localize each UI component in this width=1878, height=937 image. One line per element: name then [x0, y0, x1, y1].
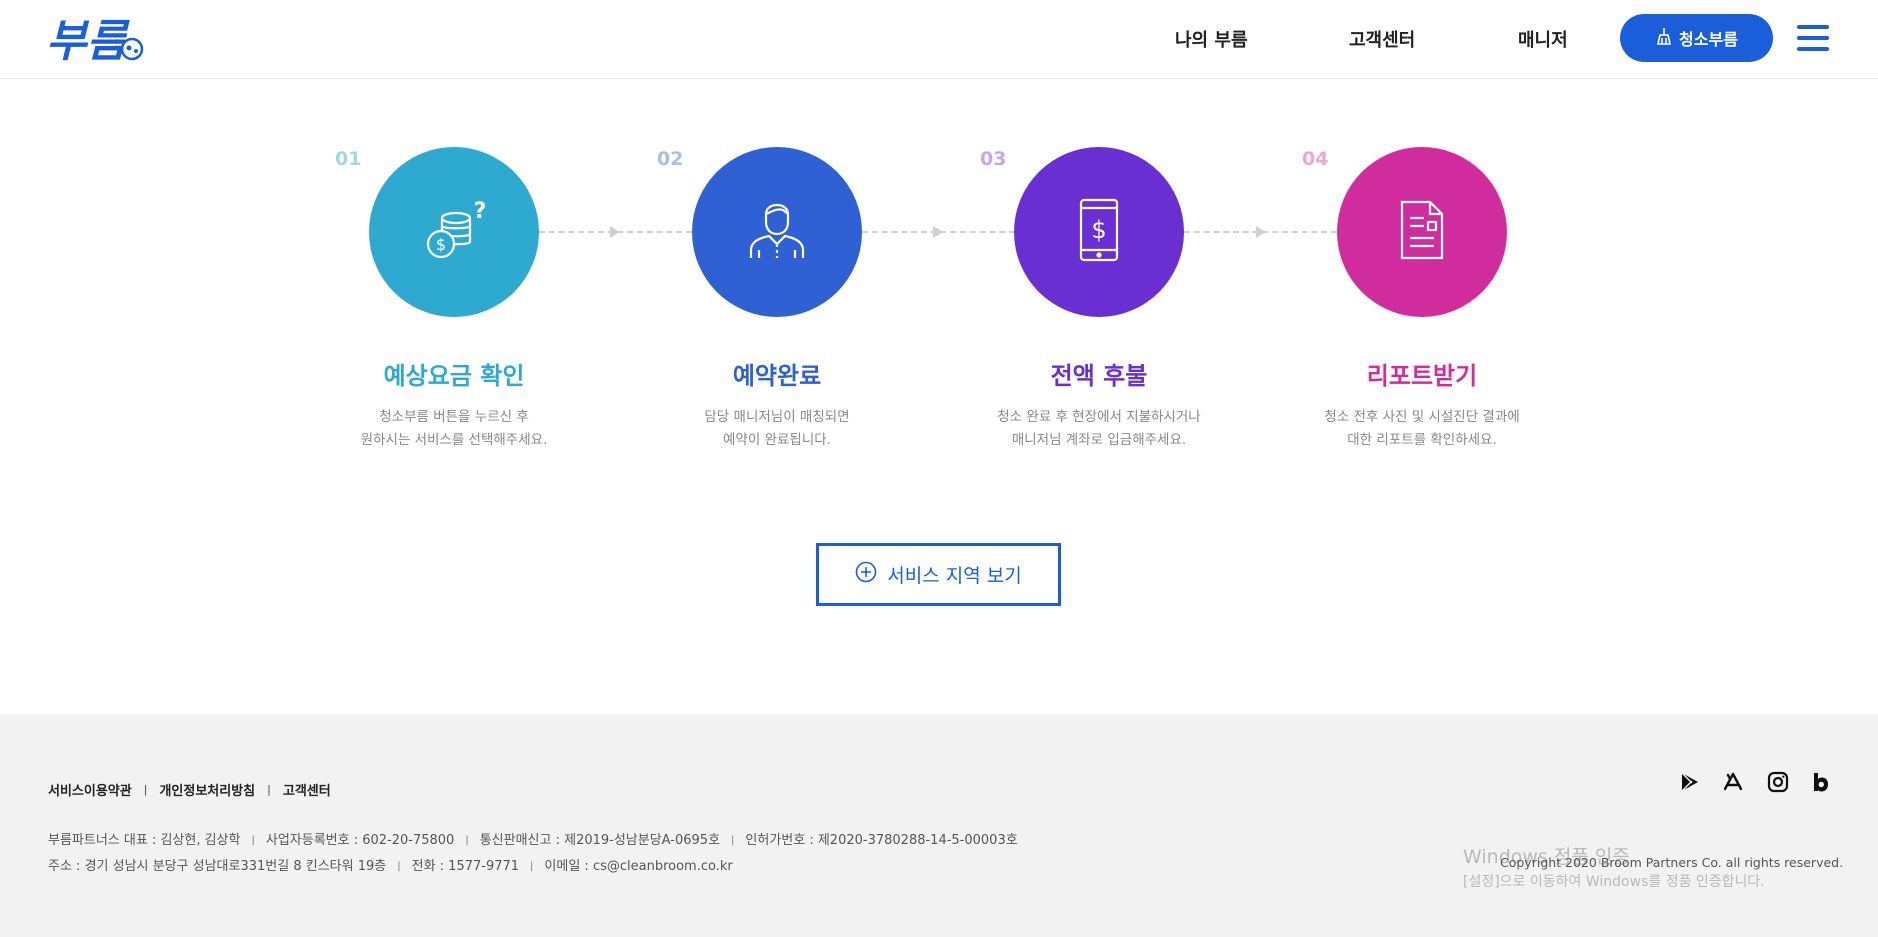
arrow-right-icon: [1256, 226, 1266, 238]
step-number: 01: [335, 148, 362, 170]
step-circle-reservation: [692, 147, 862, 317]
nav-manager[interactable]: 매니저: [1518, 26, 1568, 52]
request-cleaning-button[interactable]: 청소부름: [1620, 14, 1773, 62]
license-number: 인허가번호 : 제2020-3780288-14-5-00003호: [745, 833, 1018, 848]
broom-icon: [1655, 27, 1673, 49]
nav-customer-center[interactable]: 고객센터: [1349, 26, 1415, 52]
view-service-area-label: 서비스 지역 보기: [887, 565, 1022, 587]
divider: |: [397, 861, 401, 872]
company-email: 이메일 : cs@cleanbroom.co.kr: [544, 859, 733, 874]
step-description: 청소부름 버튼을 누르신 후 원하시는 서비스를 선택해주세요.: [304, 406, 604, 452]
company-ceo: 부름파트너스 대표 : 김상현, 김상학: [48, 833, 241, 848]
copyright-text: Copyright 2020 Broom Partners Co. all ri…: [1500, 855, 1844, 870]
step-title: 예약완료: [732, 362, 822, 390]
step-description-line: 예약이 완료됩니다.: [723, 432, 831, 448]
report-document-icon: [1384, 192, 1460, 272]
plus-circle-icon: [855, 561, 877, 588]
business-number: 사업자등록번호 : 602-20-75800: [265, 833, 455, 848]
svg-text:$: $: [1091, 216, 1106, 244]
terms-link[interactable]: 서비스이용약관: [48, 780, 132, 799]
company-info-line: 부름파트너스 대표 : 김상현, 김상학 | 사업자등록번호 : 602-20-…: [48, 829, 1018, 848]
manager-person-icon: [739, 192, 815, 272]
step-number: 02: [657, 148, 684, 170]
google-play-icon[interactable]: [1678, 770, 1702, 794]
step-description-line: 청소 완료 후 현장에서 지불하시거나: [997, 409, 1201, 425]
watermark-subtitle: [설정]으로 이동하여 Windows를 정품 인증합니다.: [1463, 874, 1765, 890]
company-address: 주소 : 경기 성남시 분당구 성남대로331번길 8 킨스타워 19층: [48, 859, 387, 874]
step-circle-estimate: $ ?: [369, 147, 539, 317]
app-store-icon[interactable]: [1721, 770, 1745, 794]
divider: |: [530, 861, 534, 872]
divider: |: [465, 835, 469, 846]
divider: |: [267, 783, 271, 796]
step-description: 청소 완료 후 현장에서 지불하시거나 매니저님 계좌로 입금해주세요.: [949, 406, 1249, 452]
ecommerce-registration: 통신판매신고 : 제2019-성남분당A-0695호: [479, 833, 721, 848]
company-contact-line: 주소 : 경기 성남시 분당구 성남대로331번길 8 킨스타워 19층 | 전…: [48, 855, 733, 874]
broom-logo[interactable]: 부름: [46, 12, 151, 67]
step-description-line: 원하시는 서비스를 선택해주세요.: [360, 432, 548, 448]
svg-text:?: ?: [474, 199, 487, 224]
customer-center-link[interactable]: 고객센터: [283, 780, 331, 799]
step-number: 04: [1302, 148, 1329, 170]
footer-links: 서비스이용약관 | 개인정보처리방침 | 고객센터: [48, 780, 331, 799]
step-description-line: 담당 매니저님이 매칭되면: [704, 409, 850, 425]
request-cleaning-label: 청소부름: [1679, 30, 1738, 49]
arrow-right-icon: [933, 226, 943, 238]
divider: |: [251, 835, 255, 846]
step-description-line: 청소부름 버튼을 누르신 후: [379, 409, 529, 425]
step-circle-payment: $: [1014, 147, 1184, 317]
svg-text:$: $: [436, 235, 446, 254]
company-phone: 전화 : 1577-9771: [411, 859, 520, 874]
instagram-icon[interactable]: [1766, 770, 1790, 794]
divider: |: [731, 835, 735, 846]
step-number: 03: [980, 148, 1007, 170]
step-description-line: 매니저님 계좌로 입금해주세요.: [1011, 432, 1187, 448]
arrow-right-icon: [610, 226, 620, 238]
site-footer: 서비스이용약관 | 개인정보처리방침 | 고객센터 부름파트너스 대표 : 김상…: [0, 714, 1878, 937]
blog-icon[interactable]: [1808, 770, 1832, 794]
nav-my-broom[interactable]: 나의 부름: [1175, 26, 1248, 52]
step-description-line: 청소 전후 사진 및 시설진단 결과에: [1324, 409, 1520, 425]
menu-hamburger-icon[interactable]: [1797, 25, 1829, 52]
mobile-payment-icon: $: [1061, 192, 1137, 272]
divider: |: [143, 783, 148, 796]
site-header: 부름 나의 부름 고객센터 매니저 청소부름: [0, 0, 1878, 79]
step-description-line: 대한 리포트를 확인하세요.: [1347, 432, 1497, 448]
step-circle-report: [1337, 147, 1507, 317]
step-description: 청소 전후 사진 및 시설진단 결과에 대한 리포트를 확인하세요.: [1272, 406, 1572, 452]
view-service-area-button[interactable]: 서비스 지역 보기: [816, 543, 1061, 606]
coins-question-icon: $ ?: [416, 192, 492, 272]
step-title: 리포트받기: [1366, 362, 1478, 390]
step-description: 담당 매니저님이 매칭되면 예약이 완료됩니다.: [627, 406, 927, 452]
privacy-policy-link[interactable]: 개인정보처리방침: [159, 780, 255, 799]
step-title: 전액 후불: [1050, 362, 1148, 390]
step-title: 예상요금 확인: [383, 362, 525, 390]
